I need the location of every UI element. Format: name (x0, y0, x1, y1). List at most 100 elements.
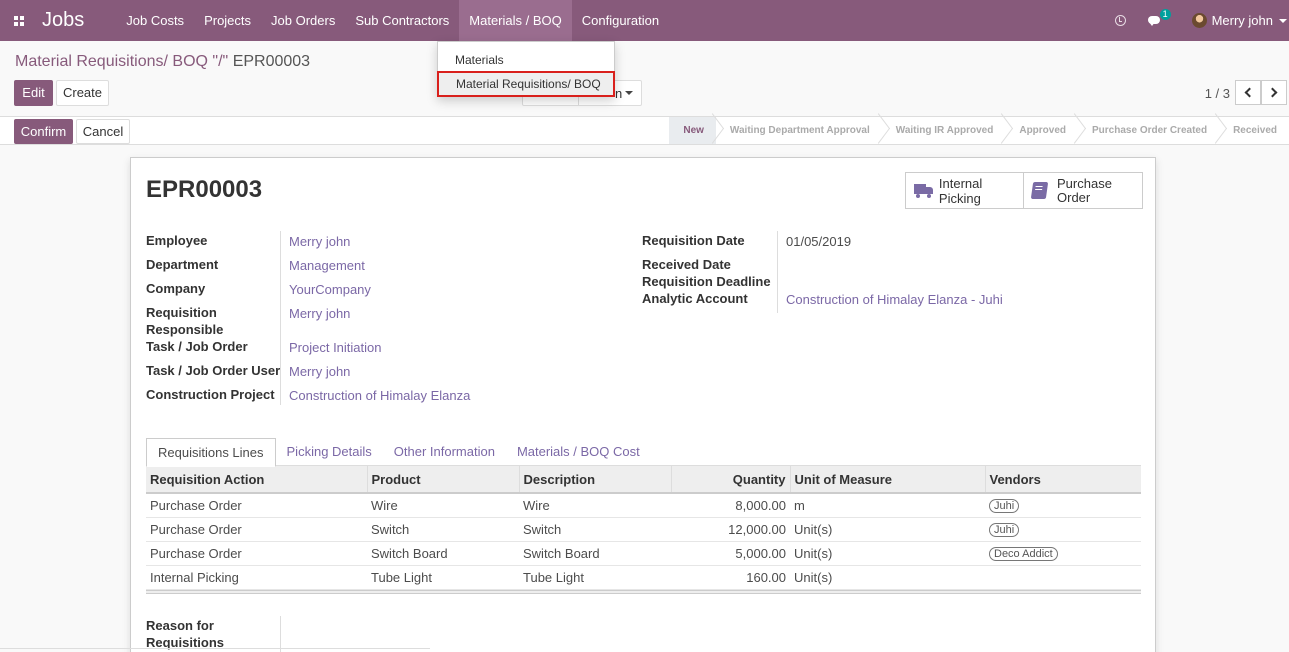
table-row[interactable]: Purchase Order Wire Wire 8,000.00 m Juhi (146, 493, 1141, 518)
department-value[interactable]: Management (289, 257, 365, 274)
requisition-responsible-label: Requisition Responsible (146, 305, 224, 337)
status-purchase-order-created[interactable]: Purchase Order Created (1078, 117, 1219, 144)
analytic-account-value[interactable]: Construction of Himalay Elanza - Juhi (786, 291, 1003, 308)
row-action: Purchase Order (146, 493, 367, 518)
col-quantity[interactable]: Quantity (671, 466, 791, 494)
apps-menu-icon[interactable] (0, 0, 30, 41)
employee-value[interactable]: Merry john (289, 233, 350, 250)
status-new[interactable]: New (669, 117, 716, 144)
menu-job-costs[interactable]: Job Costs (116, 0, 194, 41)
pager-next-button[interactable] (1261, 80, 1287, 105)
company-value[interactable]: YourCompany (289, 281, 371, 298)
row-product: Switch (367, 517, 519, 542)
row-action: Purchase Order (146, 541, 367, 566)
chat-count-badge: 1 (1159, 9, 1171, 20)
status-waiting-ir-approved[interactable]: Waiting IR Approved (882, 117, 1006, 144)
menu-sub-contractors[interactable]: Sub Contractors (345, 0, 459, 41)
employee-label: Employee (146, 233, 208, 248)
menu-projects[interactable]: Projects (194, 0, 261, 41)
construction-project-label: Construction Project (146, 387, 275, 402)
table-row[interactable]: Purchase Order Switch Board Switch Board… (146, 541, 1141, 566)
menu-configuration[interactable]: Configuration (572, 0, 669, 41)
internal-picking-label: Internal Picking (938, 175, 983, 206)
requisition-date-value[interactable]: 01/05/2019 (786, 233, 851, 250)
col-product[interactable]: Product (367, 466, 520, 494)
form-sheet: EPR00003 Internal Picking Purchase Order… (130, 157, 1156, 652)
analytic-account-label: Analytic Account (642, 291, 748, 306)
caret-down-icon (625, 91, 633, 95)
menu-materials-boq[interactable]: Materials / BOQ (459, 0, 572, 41)
department-label: Department (146, 257, 219, 272)
col-vendors[interactable]: Vendors (985, 466, 1141, 494)
chevron-left-icon (1244, 87, 1255, 98)
book-icon (1030, 182, 1049, 199)
table-row[interactable]: Purchase Order Switch Switch 12,000.00 U… (146, 517, 1141, 542)
dropdown-item-materials[interactable]: Materials (438, 53, 614, 67)
col-description[interactable]: Description (519, 466, 672, 494)
row-description: Switch (519, 517, 671, 542)
row-quantity: 8,000.00 (671, 493, 790, 518)
col-requisition-action[interactable]: Requisition Action (146, 466, 368, 494)
reason-for-requisitions-label: Reason for Requisitions (146, 618, 225, 650)
row-description: Tube Light (519, 565, 671, 590)
breadcrumb-parent-link[interactable]: Material Requisitions/ BOQ (15, 53, 208, 70)
breadcrumb: Material Requisitions/ BOQ "/" EPR00003 (15, 53, 310, 71)
vendor-tag: Deco Addict (989, 547, 1058, 561)
row-action: Internal Picking (146, 565, 367, 590)
chat-icon[interactable]: 1 (1147, 9, 1171, 26)
tab-requisitions-lines[interactable]: Requisitions Lines (146, 438, 276, 467)
materials-boq-dropdown: Materials Material Requisitions/ BOQ (437, 41, 615, 97)
pager-previous-button[interactable] (1235, 80, 1261, 105)
table-row[interactable]: Internal Picking Tube Light Tube Light 1… (146, 565, 1141, 590)
internal-picking-button[interactable]: Internal Picking (906, 173, 1024, 208)
pager-value[interactable]: 1 / 3 (1205, 86, 1230, 101)
dropdown-item-material-requisitions-boq[interactable]: Material Requisitions/ BOQ (437, 71, 615, 97)
user-caret-down-icon[interactable] (1279, 18, 1287, 23)
purchase-order-label-line1: Purchase (1057, 175, 1112, 191)
tab-materials-boq-cost[interactable]: Materials / BOQ Cost (506, 438, 651, 467)
row-uom: m (790, 493, 985, 518)
row-quantity: 12,000.00 (671, 517, 790, 542)
vendor-tag: Juhi (989, 499, 1020, 514)
user-name[interactable]: Merry john (1212, 13, 1273, 28)
task-job-order-value[interactable]: Project Initiation (289, 339, 382, 356)
tab-other-information[interactable]: Other Information (383, 438, 506, 467)
task-job-order-user-label: Task / Job Order User (146, 363, 281, 378)
chevron-right-icon (1267, 87, 1278, 98)
tab-picking-details[interactable]: Picking Details (276, 438, 383, 467)
confirm-button[interactable]: Confirm (14, 119, 73, 144)
row-product: Tube Light (367, 565, 519, 590)
row-product: Switch Board (367, 541, 519, 566)
requisition-responsible-value[interactable]: Merry john (289, 305, 350, 322)
row-product: Wire (367, 493, 519, 518)
user-avatar[interactable] (1191, 13, 1207, 28)
status-approved[interactable]: Approved (1005, 117, 1078, 144)
cancel-button[interactable]: Cancel (76, 119, 130, 144)
status-received[interactable]: Received (1219, 117, 1289, 144)
company-label: Company (146, 281, 206, 296)
requisition-date-label: Requisition Date (642, 233, 745, 248)
construction-project-value[interactable]: Construction of Himalay Elanza (289, 387, 470, 404)
task-job-order-label: Task / Job Order (146, 339, 248, 354)
top-navbar: Jobs Job Costs Projects Job Orders Sub C… (0, 0, 1289, 41)
row-action: Purchase Order (146, 517, 367, 542)
status-waiting-department-approval[interactable]: Waiting Department Approval (716, 117, 882, 144)
notebook-tabs: Requisitions Lines Picking Details Other… (146, 438, 651, 467)
vendor-tag: Juhi (989, 523, 1020, 537)
purchase-order-button[interactable]: Purchase Order (1024, 173, 1142, 208)
smart-buttons: Internal Picking Purchase Order (905, 172, 1143, 209)
edit-button[interactable]: Edit (14, 80, 53, 106)
row-description: Wire (519, 493, 671, 518)
breadcrumb-current: EPR00003 (232, 53, 311, 70)
action-button-label: n (615, 86, 623, 101)
row-vendor (985, 565, 1141, 590)
col-unit-of-measure[interactable]: Unit of Measure (790, 466, 986, 494)
activity-clock-icon[interactable] (1114, 15, 1126, 26)
task-job-order-user-value[interactable]: Merry john (289, 363, 350, 380)
row-description: Switch Board (519, 541, 671, 566)
purchase-order-label-line2: Order (1057, 189, 1091, 205)
menu-job-orders[interactable]: Job Orders (261, 0, 345, 41)
record-title: EPR00003 (146, 176, 263, 203)
row-uom: Unit(s) (790, 517, 985, 542)
create-button[interactable]: Create (56, 80, 109, 106)
